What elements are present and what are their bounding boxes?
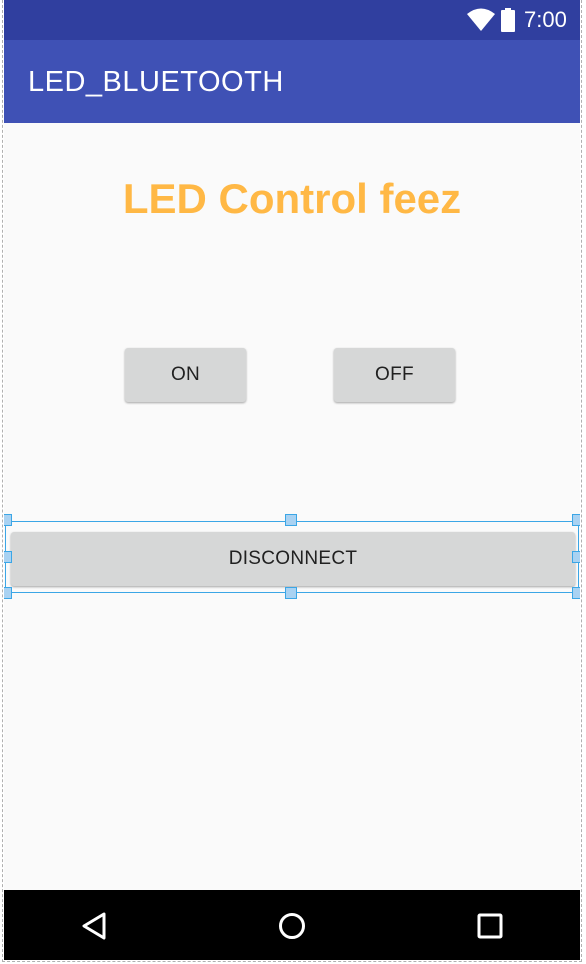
- app-title: LED_BLUETOOTH: [28, 66, 284, 98]
- back-triangle-icon[interactable]: [78, 910, 110, 942]
- resize-handle-middle-right[interactable]: [572, 551, 580, 563]
- resize-handle-middle-left[interactable]: [4, 551, 12, 563]
- app-bar: LED_BLUETOOTH: [4, 40, 580, 123]
- resize-handle-top-right[interactable]: [572, 514, 580, 526]
- battery-icon: [501, 8, 515, 32]
- resize-handle-bottom-right[interactable]: [572, 587, 580, 599]
- status-bar: 7:00: [4, 0, 580, 40]
- off-button[interactable]: OFF: [334, 348, 455, 402]
- led-control-headline: LED Control feez: [122, 175, 462, 222]
- resize-handle-top-center[interactable]: [285, 514, 297, 526]
- status-time: 7:00: [524, 7, 567, 32]
- on-button[interactable]: ON: [125, 348, 246, 402]
- resize-handle-bottom-center[interactable]: [285, 587, 297, 599]
- device-screen: 7:00 LED_BLUETOOTH LED Control feez ON O…: [4, 0, 580, 960]
- resize-handle-top-left[interactable]: [4, 514, 12, 526]
- wifi-icon: [467, 8, 495, 31]
- home-circle-icon[interactable]: [276, 910, 308, 942]
- resize-handle-bottom-left[interactable]: [4, 587, 12, 599]
- navigation-bar: [4, 890, 580, 960]
- selection-outline: [5, 521, 579, 593]
- recents-square-icon[interactable]: [474, 910, 506, 942]
